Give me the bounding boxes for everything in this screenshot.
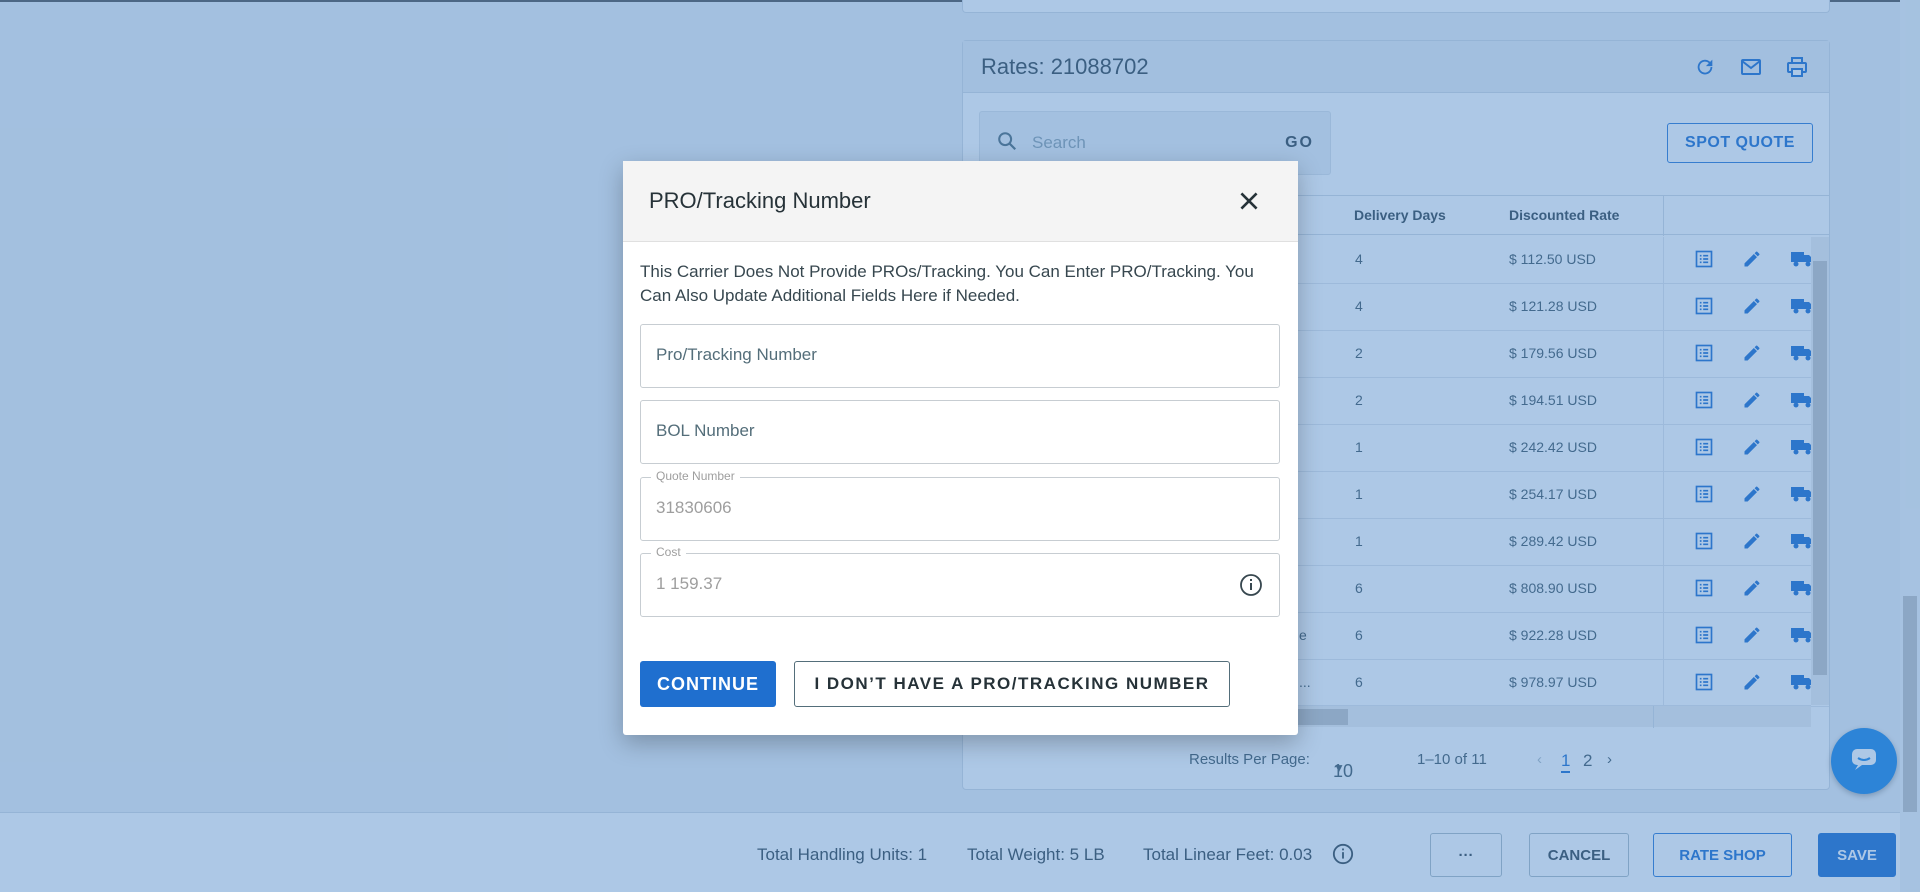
cost-label: Cost [651,545,686,559]
dialog-header: PRO/Tracking Number [623,161,1298,242]
cost-field: Cost 1 159.37 [640,545,1280,617]
bol-number-field[interactable]: BOL Number [640,400,1280,464]
quote-number-label: Quote Number [651,469,740,483]
continue-button[interactable]: CONTINUE [640,661,776,707]
pro-tracking-field[interactable]: Pro/Tracking Number [640,324,1280,388]
close-icon[interactable] [1236,188,1262,214]
dialog-message: This Carrier Does Not Provide PROs/Track… [640,262,1254,305]
quote-number-field: Quote Number 31830606 [640,469,1280,541]
dialog-title: PRO/Tracking Number [649,188,871,213]
cost-value: 1 159.37 [656,574,723,593]
info-icon[interactable] [1239,573,1265,599]
quote-number-value: 31830606 [656,498,732,517]
pro-tracking-placeholder: Pro/Tracking Number [656,345,817,364]
no-pro-tracking-button[interactable]: I DON’T HAVE A PRO/TRACKING NUMBER [794,661,1230,707]
bol-number-placeholder: BOL Number [656,421,755,440]
pro-tracking-dialog: PRO/Tracking Number This Carrier Does No… [623,161,1298,735]
